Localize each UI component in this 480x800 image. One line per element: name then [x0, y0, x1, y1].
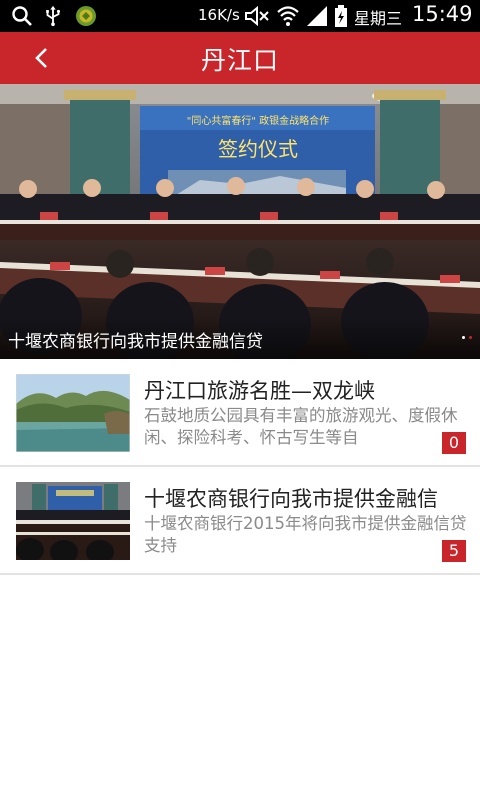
network-speed: 16K/s	[198, 6, 240, 24]
news-item[interactable]: 十堰农商银行向我市提供金融信 十堰农商银行2015年将向我市提供金融信贷支持 5	[0, 467, 480, 575]
featured-banner[interactable]: "同心共富春行" 政银金战略合作 签约仪式 十堰农商银行向我市提供金融信贷	[0, 84, 480, 359]
news-thumbnail-landscape	[16, 374, 130, 452]
clock-time: 15:49	[412, 2, 473, 26]
news-title: 丹江口旅游名胜—双龙峡	[144, 379, 375, 403]
title-bar: 丹江口	[0, 32, 480, 84]
app-notification-icon	[76, 6, 96, 26]
news-summary: 石鼓地质公园具有丰富的旅游观光、度假休闲、探险科考、怀古写生等自	[144, 406, 458, 447]
news-thumbnail-meeting	[16, 482, 130, 560]
signal-icon	[307, 6, 327, 26]
news-list: 丹江口旅游名胜—双龙峡 石鼓地质公园具有丰富的旅游观光、度假休闲、探险科考、怀古…	[0, 359, 480, 575]
usb-icon	[46, 5, 61, 27]
backdrop-text: 签约仪式	[218, 137, 298, 161]
banner-caption: 十堰农商银行向我市提供金融信贷	[8, 332, 263, 352]
battery-icon	[335, 5, 347, 27]
wifi-icon	[277, 6, 299, 26]
svg-text:"同心共富春行" 政银金战略合作: "同心共富春行" 政银金战略合作	[187, 114, 329, 127]
banner-pager[interactable]	[458, 324, 472, 343]
weekday-label: 星期三	[354, 9, 403, 28]
news-title: 十堰农商银行向我市提供金融信	[144, 487, 438, 511]
pager-dot[interactable]	[462, 336, 465, 339]
page-title: 丹江口	[200, 46, 279, 75]
news-item[interactable]: 丹江口旅游名胜—双龙峡 石鼓地质公园具有丰富的旅游观光、度假休闲、探险科考、怀古…	[0, 359, 480, 467]
status-bar: 16K/s 星期三 15:49	[0, 0, 480, 32]
search-icon	[12, 6, 32, 26]
comment-count-badge: 5	[442, 540, 466, 562]
pager-dot[interactable]	[469, 336, 472, 339]
mute-icon	[245, 5, 269, 27]
news-summary: 十堰农商银行2015年将向我市提供金融信贷支持	[144, 514, 467, 555]
comment-count-badge: 0	[442, 432, 466, 454]
